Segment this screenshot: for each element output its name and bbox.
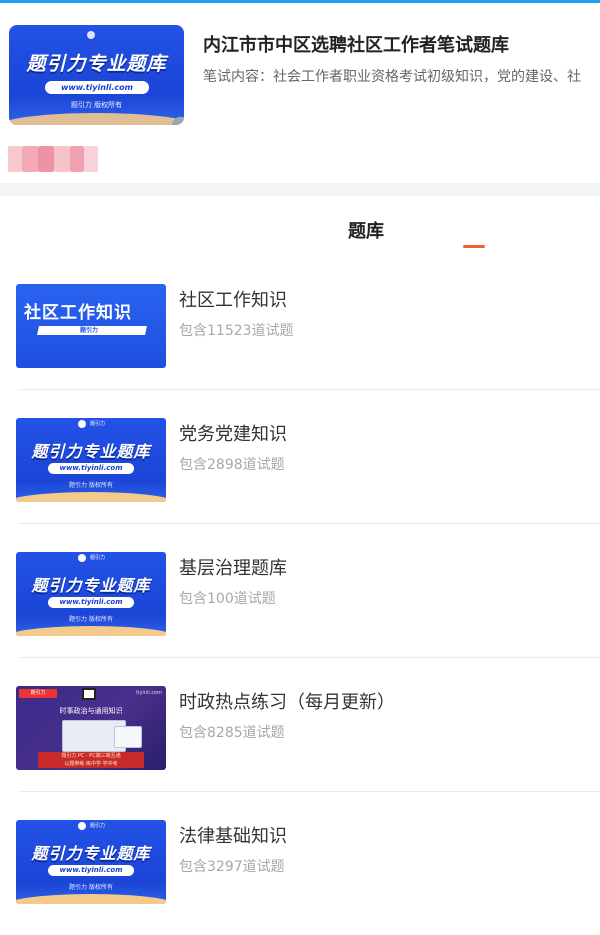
thumbnail-copyright: 题引力 版权所有	[69, 616, 113, 623]
item-thumbnail: 题引力 题引力专业题库 www.tiyinli.com 题引力 版权所有	[16, 820, 166, 904]
list-item[interactable]: 题引力 tiyinli.com 时事政治与通用知识 题引力 PC · PC端三端…	[16, 658, 600, 792]
cover-url: www.tiyinli.com	[45, 81, 149, 94]
item-title: 法律基础知识	[179, 826, 287, 847]
thumbnail-headline: 时事政治与通用知识	[59, 707, 123, 715]
thumbnail-brand: 题引力专业题库	[31, 576, 151, 595]
thumbnail-copyright: 题引力 版权所有	[69, 482, 113, 489]
tab-bar: 题库	[0, 196, 600, 256]
blurred-user-avatar	[8, 146, 98, 172]
item-question-count: 包含3297道试题	[179, 859, 285, 875]
page-title: 内江市市中区选聘社区工作者笔试题库	[203, 35, 509, 56]
thumbnail-url: www.tiyinli.com	[48, 865, 134, 876]
promo-line-1: 题引力 PC · PC端三端互通	[61, 753, 121, 759]
thumbnail-logo-text: 题引力	[90, 823, 106, 829]
brand-logo-icon	[78, 420, 86, 428]
list-item[interactable]: 题引力 题引力专业题库 www.tiyinli.com 题引力 版权所有 法律基…	[16, 792, 600, 926]
thumbnail-url: www.tiyinli.com	[48, 463, 134, 474]
thumbnail-logo-text: 题引力	[90, 421, 106, 427]
cover-copyright: 题引力 版权所有	[70, 101, 123, 109]
thumbnail-brand: 题引力专业题库	[31, 844, 151, 863]
bank-cover-image[interactable]: 题引力专业题库 www.tiyinli.com 题引力 版权所有	[9, 25, 184, 125]
thumbnail-mini-label: 题引力	[80, 327, 99, 334]
item-thumbnail: 题引力 题引力专业题库 www.tiyinli.com 题引力 版权所有	[16, 418, 166, 502]
item-question-count: 包含8285道试题	[179, 725, 285, 741]
item-thumbnail: 题引力 题引力专业题库 www.tiyinli.com 题引力 版权所有	[16, 552, 166, 636]
thumbnail-site: tiyinli.com	[136, 690, 162, 696]
section-divider	[0, 183, 600, 196]
list-item[interactable]: 题引力 题引力专业题库 www.tiyinli.com 题引力 版权所有 基层治…	[16, 524, 600, 658]
thumbnail-brand: 题引力专业题库	[31, 442, 151, 461]
item-title: 时政热点练习（每月更新）	[179, 692, 395, 713]
promo-line-2: 以题带练·练中学·学中考	[64, 761, 118, 767]
thumbnail-url: www.tiyinli.com	[48, 597, 134, 608]
item-title: 基层治理题库	[179, 558, 287, 579]
thumbnail-promo-box: 题引力 PC · PC端三端互通 以题带练·练中学·学中考	[38, 752, 144, 768]
thumbnail-copyright: 题引力 版权所有	[69, 884, 113, 891]
brand-logo-icon	[87, 31, 95, 39]
item-title: 社区工作知识	[179, 290, 287, 311]
item-thumbnail: 题引力 tiyinli.com 时事政治与通用知识 题引力 PC · PC端三端…	[16, 686, 166, 770]
thumbnail-wave-decoration	[16, 626, 166, 636]
cover-wave-decoration	[9, 113, 184, 125]
thumbnail-headline: 社区工作知识	[24, 303, 132, 323]
item-question-count: 包含11523道试题	[179, 323, 294, 339]
item-question-count: 包含2898道试题	[179, 457, 285, 473]
thumbnail-wave-decoration	[16, 492, 166, 502]
tab-active-indicator	[463, 245, 485, 248]
list-item[interactable]: 社区工作知识 题引力 社区工作知识 包含11523道试题	[16, 256, 600, 390]
phone-screen-icon	[114, 726, 142, 748]
thumbnail-logo-text: 题引力	[90, 555, 106, 561]
item-thumbnail: 社区工作知识 题引力	[16, 284, 166, 368]
brand-logo-icon	[78, 554, 86, 562]
bank-header-card: 题引力专业题库 www.tiyinli.com 题引力 版权所有 内江市市中区选…	[0, 3, 600, 181]
item-question-count: 包含100道试题	[179, 591, 276, 607]
cover-corner-badge	[172, 117, 184, 125]
cover-brand-text: 题引力专业题库	[26, 53, 167, 75]
item-title: 党务党建知识	[179, 424, 287, 445]
thumbnail-wave-decoration	[16, 894, 166, 904]
list-item[interactable]: 题引力 题引力专业题库 www.tiyinli.com 题引力 版权所有 党务党…	[16, 390, 600, 524]
exam-description[interactable]: 笔试内容：社会工作者职业资格考试初级知识，党的建设、社	[203, 66, 600, 86]
thumbnail-tag: 题引力	[19, 689, 57, 698]
qr-code-icon	[82, 688, 96, 700]
tab-question-bank[interactable]: 题库	[0, 217, 600, 243]
brand-logo-icon	[78, 822, 86, 830]
